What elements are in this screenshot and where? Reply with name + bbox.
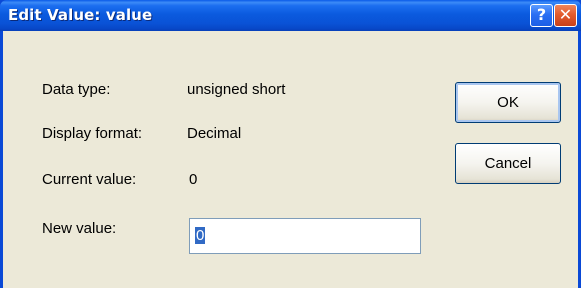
- current-value-label: Current value:: [42, 171, 137, 188]
- help-button[interactable]: ?: [530, 4, 553, 27]
- title-bar[interactable]: Edit Value: value ? ✕: [0, 0, 581, 31]
- dialog-title: Edit Value: value: [8, 6, 153, 24]
- ok-button[interactable]: OK: [455, 82, 561, 123]
- edit-value-dialog: Edit Value: value ? ✕ Data type: unsigne…: [0, 0, 581, 288]
- cancel-button[interactable]: Cancel: [455, 143, 561, 184]
- close-button[interactable]: ✕: [554, 4, 577, 27]
- dialog-body: Data type: unsigned short Display format…: [3, 31, 578, 288]
- display-format-label: Display format:: [42, 125, 143, 142]
- new-value-label: New value:: [42, 220, 117, 237]
- data-type-label: Data type:: [42, 81, 111, 98]
- current-value: 0: [189, 171, 198, 188]
- data-type-value: unsigned short: [187, 81, 286, 98]
- question-mark-icon: ?: [536, 5, 547, 24]
- new-value-input[interactable]: 0: [189, 218, 421, 254]
- close-icon: ✕: [558, 5, 573, 24]
- display-format-value: Decimal: [187, 125, 242, 142]
- new-value-selected-text: 0: [195, 227, 206, 244]
